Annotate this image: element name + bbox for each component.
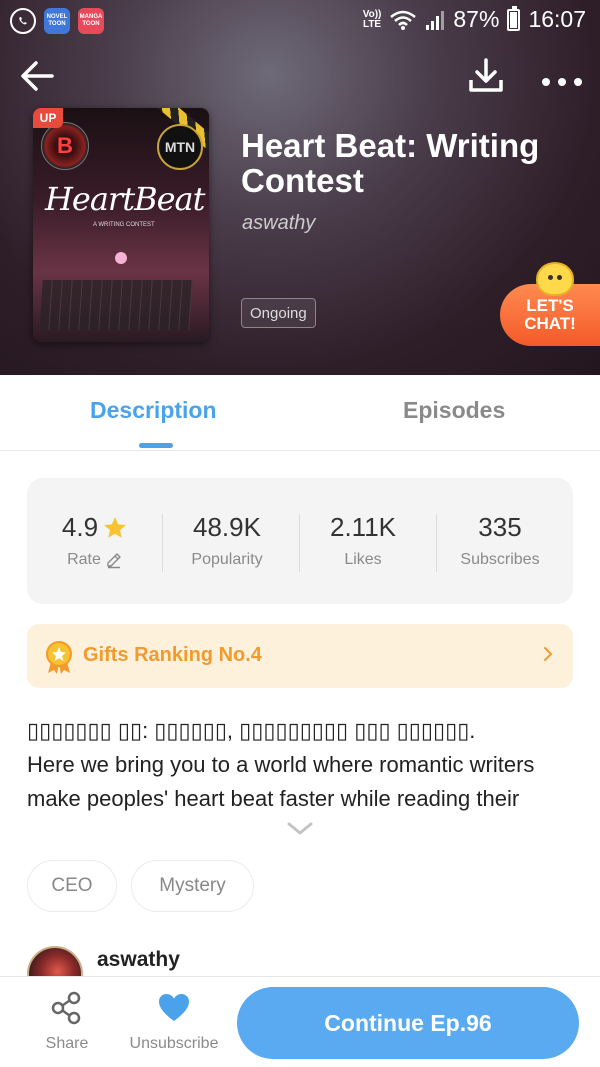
cover-mtn-logo: MTN xyxy=(157,124,203,170)
back-arrow-icon[interactable] xyxy=(18,56,58,96)
description-line: ▯▯▯▯▯▯▯ ▯▯: ▯▯▯▯▯▯, ▯▯▯▯▯▯▯▯▯ ▯▯▯ ▯▯▯▯▯▯… xyxy=(27,718,476,743)
description-line: make peoples' heart beat faster while re… xyxy=(27,786,520,811)
stat-rate[interactable]: 4.9 Rate xyxy=(27,512,163,569)
chevron-right-icon xyxy=(544,647,553,661)
more-dots-icon[interactable] xyxy=(538,56,586,96)
likes-value: 2.11K xyxy=(329,512,396,542)
heart-icon xyxy=(159,994,189,1021)
cover-title: HeartBeat xyxy=(45,180,205,218)
subscribes-value: 335 xyxy=(478,512,522,542)
tab-description[interactable]: Description xyxy=(90,397,217,424)
book-author[interactable]: aswathy xyxy=(242,212,315,235)
status-bar: NOVEL TOON MANGA TOON Vo)) LTE 87% 16:07 xyxy=(0,0,600,44)
edit-pencil-icon[interactable] xyxy=(105,551,123,569)
chat-line-2: CHAT! xyxy=(524,314,576,333)
share-label: Share xyxy=(45,1035,89,1052)
bottom-action-bar: Share Unsubscribe Continue Ep.96 xyxy=(0,976,600,1067)
tag-mystery[interactable]: Mystery xyxy=(131,860,254,912)
rate-label: Rate xyxy=(67,551,101,568)
chat-line-1: LET'S xyxy=(526,296,574,315)
stats-card: 4.9 Rate 48.9K Popularity 2.11K Likes 33… xyxy=(27,478,573,604)
cover-subtitle: A WRITING CONTEST xyxy=(93,222,155,228)
gifts-ranking-banner[interactable]: Gifts Ranking No.4 xyxy=(27,624,573,688)
chat-mascot-icon[interactable] xyxy=(536,262,574,296)
heart-icon xyxy=(115,252,127,264)
continue-button[interactable]: Continue Ep.96 xyxy=(237,987,579,1059)
likes-label: Likes xyxy=(344,551,382,568)
unsubscribe-label: Unsubscribe xyxy=(129,1035,219,1052)
battery-percent: 87% xyxy=(453,6,500,32)
medal-icon xyxy=(46,641,72,674)
download-icon[interactable] xyxy=(466,56,506,96)
whatsapp-icon xyxy=(10,8,36,34)
book-title: Heart Beat: Writing Contest xyxy=(241,127,540,199)
tab-bar: Description Episodes xyxy=(0,375,600,451)
description-text: ▯▯▯▯▯▯▯ ▯▯: ▯▯▯▯▯▯, ▯▯▯▯▯▯▯▯▯ ▯▯▯ ▯▯▯▯▯▯… xyxy=(27,714,577,816)
stat-subscribes: 335 Subscribes xyxy=(432,512,568,569)
manga-toon-icon: MANGA TOON xyxy=(78,8,104,34)
novel-toon-icon: NOVEL TOON xyxy=(44,8,70,34)
book-cover[interactable]: B MTN UP HeartBeat A WRITING CONTEST xyxy=(33,108,209,342)
up-badge: UP xyxy=(33,108,63,128)
tag-ceo[interactable]: CEO xyxy=(27,860,117,912)
clock: 16:07 xyxy=(528,6,586,32)
expand-chevron-icon[interactable] xyxy=(286,820,314,838)
battery-icon xyxy=(507,5,521,31)
stat-popularity: 48.9K Popularity xyxy=(159,512,295,569)
popularity-label: Popularity xyxy=(191,551,263,568)
signal-icon xyxy=(426,10,445,30)
rate-value: 4.9 xyxy=(61,512,99,542)
cover-logo: B xyxy=(41,122,89,170)
gifts-ranking-label: Gifts Ranking No.4 xyxy=(83,644,262,666)
volte-icon: Vo)) LTE xyxy=(362,8,382,30)
share-icon xyxy=(51,991,81,1025)
popularity-value: 48.9K xyxy=(193,512,261,542)
wifi-icon xyxy=(390,10,417,30)
subscribes-label: Subscribes xyxy=(460,551,540,568)
book-header: NOVEL TOON MANGA TOON Vo))LTE 87% 16:07 xyxy=(0,0,600,375)
stat-likes: 2.11K Likes xyxy=(295,512,431,569)
top-nav xyxy=(0,50,600,100)
cover-keyboard-art xyxy=(39,280,193,330)
description-line: Here we bring you to a world where roman… xyxy=(27,752,535,777)
share-button[interactable]: Share xyxy=(36,991,98,1053)
status-badge: Ongoing xyxy=(241,298,316,328)
star-icon xyxy=(104,516,126,538)
tab-indicator xyxy=(139,443,173,448)
author-name[interactable]: aswathy xyxy=(97,948,180,972)
tab-episodes[interactable]: Episodes xyxy=(403,397,505,424)
unsubscribe-button[interactable]: Unsubscribe xyxy=(122,991,226,1053)
